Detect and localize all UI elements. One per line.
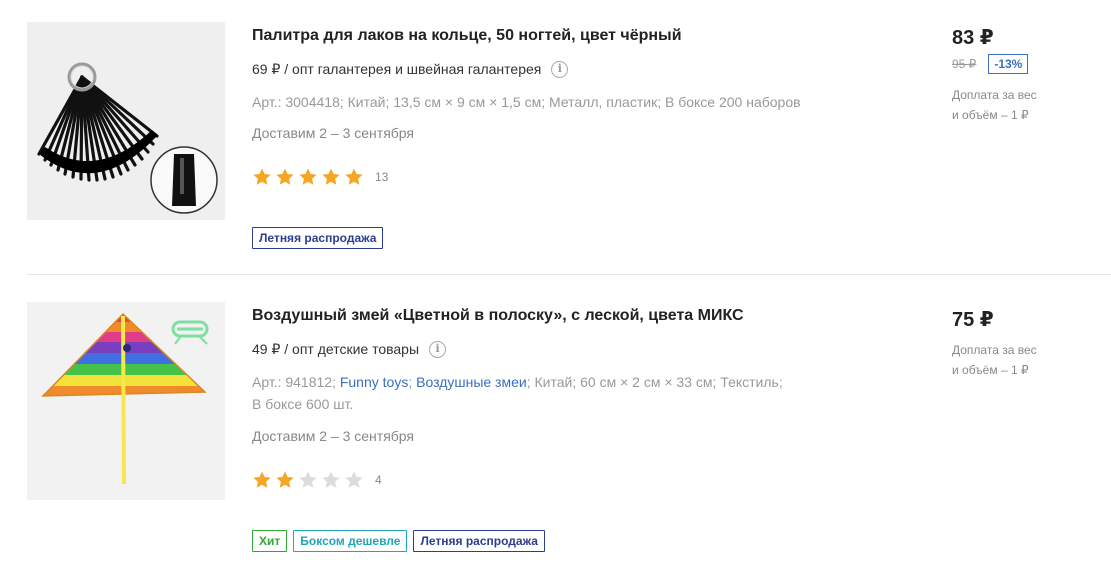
product-card: Воздушный змей «Цветной в полоску», с ле… bbox=[0, 276, 1111, 569]
product-info: Палитра для лаков на кольце, 50 ногтей, … bbox=[252, 26, 892, 187]
product-image[interactable] bbox=[27, 22, 225, 220]
nail-palette-image bbox=[27, 22, 225, 220]
badge-box-cheaper[interactable]: Боксом дешевле bbox=[293, 530, 408, 552]
star-filled-icon bbox=[298, 167, 318, 187]
star-empty-icon bbox=[344, 470, 364, 490]
product-specs: Арт.: 3004418; Китай; 13,5 см × 9 см × 1… bbox=[252, 91, 892, 113]
star-filled-icon bbox=[321, 167, 341, 187]
star-filled-icon bbox=[252, 470, 272, 490]
spec-size: 60 см × 2 см × 33 см; bbox=[580, 374, 717, 390]
product-specs: Арт.: 941812; Funny toys; Воздушные змеи… bbox=[252, 374, 783, 412]
spec-material: Текстиль; bbox=[720, 374, 783, 390]
current-price: 83 ₽ bbox=[952, 27, 994, 49]
product-title[interactable]: Палитра для лаков на кольце, 50 ногтей, … bbox=[252, 26, 892, 46]
badge-summer-sale[interactable]: Летняя распродажа bbox=[252, 227, 384, 249]
spec-material: Металл, пластик; bbox=[549, 94, 662, 110]
badge-list: Летняя распродажа bbox=[252, 227, 384, 249]
star-filled-icon bbox=[275, 470, 295, 490]
delivery-date: Доставим 2 – 3 сентября bbox=[252, 125, 415, 141]
badge-list: Хит Боксом дешевле Летняя распродажа bbox=[252, 530, 545, 552]
brand-link[interactable]: Funny toys bbox=[340, 374, 408, 390]
wholesale-price: 69 ₽ / опт галантерея и швейная галантер… bbox=[252, 60, 892, 78]
wholesale-text: 69 ₽ / опт галантерея и швейная галантер… bbox=[252, 61, 542, 77]
divider bbox=[27, 274, 1111, 275]
product-image[interactable] bbox=[27, 302, 225, 500]
wholesale-price: 49 ₽ / опт детские товары i bbox=[252, 340, 892, 358]
star-filled-icon bbox=[344, 167, 364, 187]
rating[interactable]: 13 bbox=[252, 167, 892, 187]
star-filled-icon bbox=[275, 167, 295, 187]
spec-size: 13,5 см × 9 см × 1,5 см; bbox=[393, 94, 546, 110]
price-block: 75 ₽ Доплата за вес и объём – 1 ₽ bbox=[952, 308, 1102, 380]
info-icon[interactable]: i bbox=[551, 60, 569, 78]
price-block: 83 ₽ 95 ₽ -13% Доплата за вес и объём – … bbox=[952, 26, 1102, 125]
old-price: 95 ₽ bbox=[952, 57, 977, 71]
star-empty-icon bbox=[321, 470, 341, 490]
review-count[interactable]: 13 bbox=[375, 170, 388, 184]
spec-box: В боксе 200 наборов bbox=[664, 94, 801, 110]
product-title[interactable]: Воздушный змей «Цветной в полоску», с ле… bbox=[252, 306, 892, 326]
discount-badge: -13% bbox=[988, 54, 1029, 74]
category-link[interactable]: Воздушные змеи bbox=[416, 374, 527, 390]
extra-fee-note: Доплата за вес и объём – 1 ₽ bbox=[952, 343, 1037, 377]
star-rating bbox=[252, 470, 367, 490]
badge-summer-sale[interactable]: Летняя распродажа bbox=[413, 530, 545, 552]
spec-article: Арт.: 941812; bbox=[252, 374, 336, 390]
extra-fee-note: Доплата за вес и объём – 1 ₽ bbox=[952, 88, 1037, 122]
info-icon[interactable]: i bbox=[429, 340, 447, 358]
star-rating bbox=[252, 167, 367, 187]
badge-hit[interactable]: Хит bbox=[252, 530, 288, 552]
wholesale-text: 49 ₽ / опт детские товары bbox=[252, 341, 420, 357]
spec-country: Китай; bbox=[534, 374, 577, 390]
rating[interactable]: 4 bbox=[252, 470, 892, 490]
spec-country: Китай; bbox=[347, 94, 390, 110]
old-price-row: 95 ₽ -13% bbox=[952, 54, 1102, 74]
star-empty-icon bbox=[298, 470, 318, 490]
product-info: Воздушный змей «Цветной в полоску», с ле… bbox=[252, 306, 892, 490]
star-filled-icon bbox=[252, 167, 272, 187]
product-card: Палитра для лаков на кольце, 50 ногтей, … bbox=[0, 0, 1111, 275]
kite-image bbox=[27, 302, 225, 500]
delivery-date: Доставим 2 – 3 сентября bbox=[252, 428, 415, 444]
current-price: 75 ₽ bbox=[952, 309, 994, 331]
review-count[interactable]: 4 bbox=[375, 473, 382, 487]
spec-box: В боксе 600 шт. bbox=[252, 396, 354, 412]
spec-article: Арт.: 3004418; bbox=[252, 94, 344, 110]
